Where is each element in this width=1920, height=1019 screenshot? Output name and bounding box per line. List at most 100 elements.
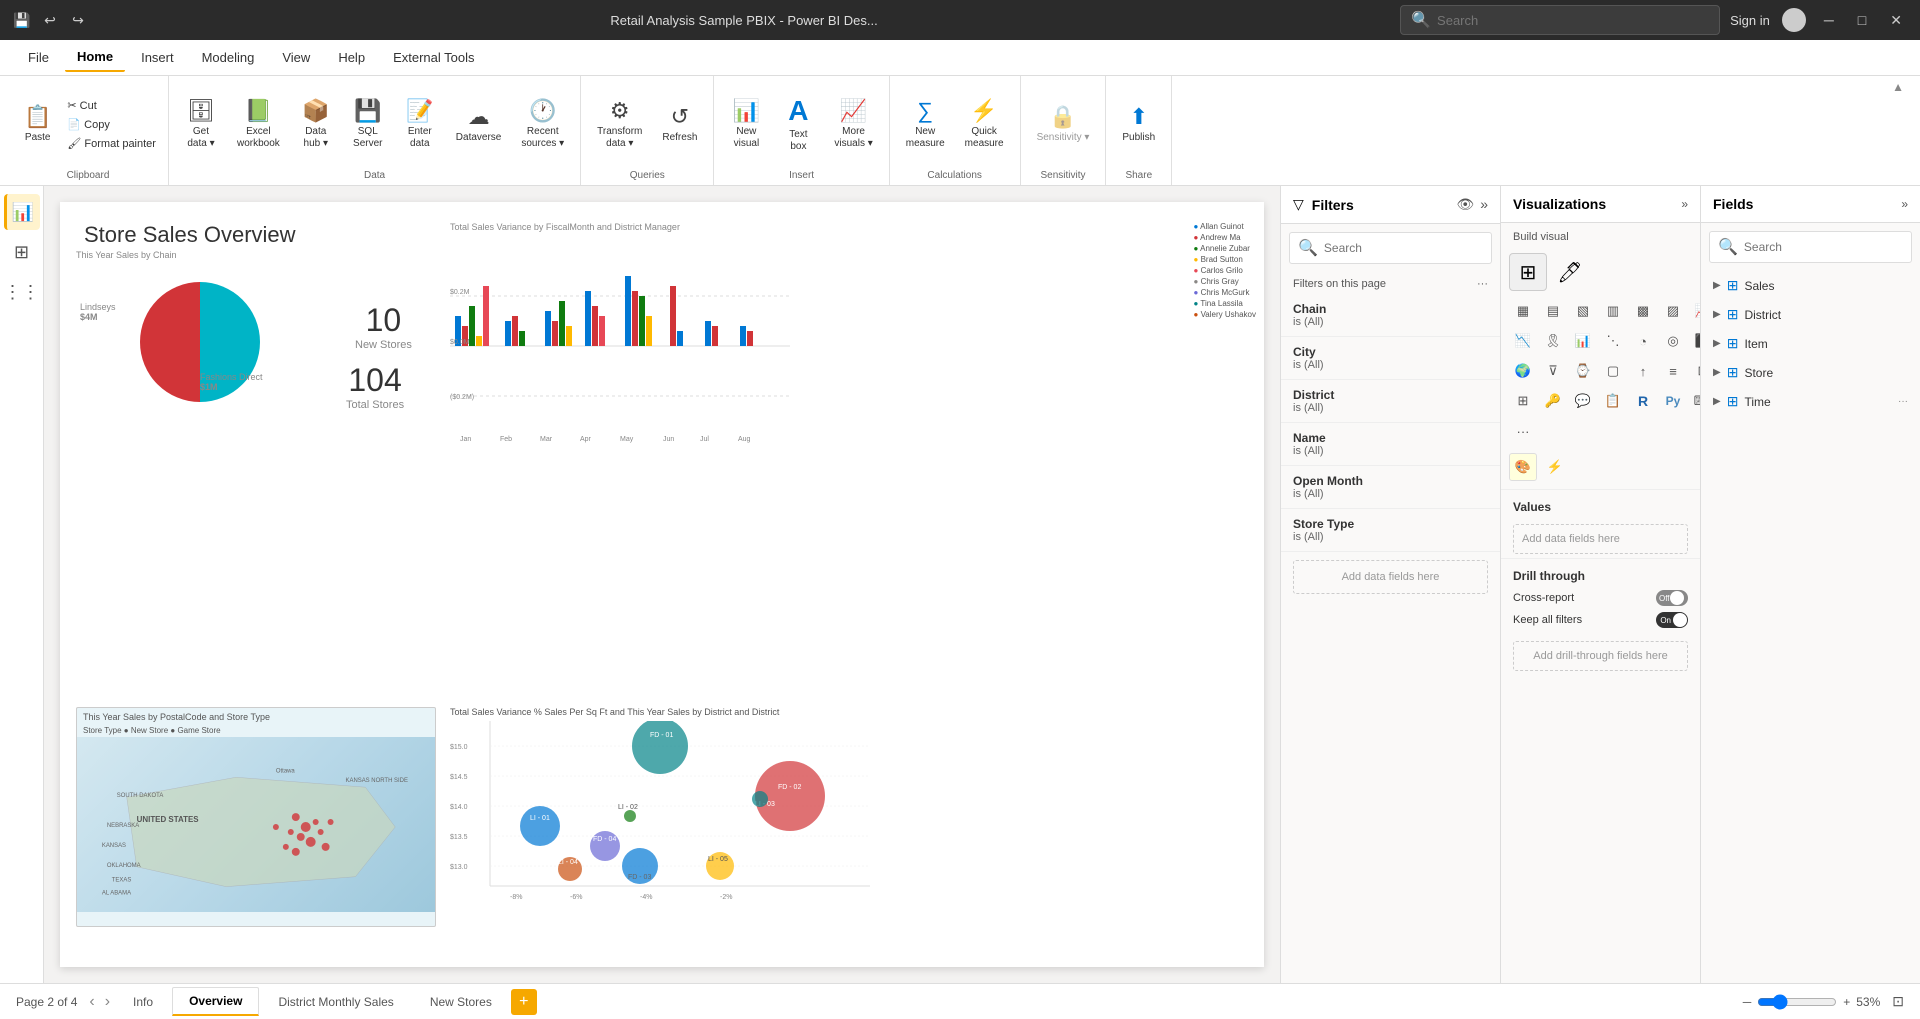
viz-clustered-bar-h[interactable]: ▩: [1629, 297, 1657, 325]
tab-overview[interactable]: Overview: [172, 987, 259, 1016]
viz-waterfall[interactable]: 📊: [1569, 327, 1597, 355]
field-group-store[interactable]: ▶ ⊞ Store: [1701, 358, 1920, 387]
viz-kpi[interactable]: ↑: [1629, 357, 1657, 385]
tab-new-stores[interactable]: New Stores: [413, 988, 509, 1016]
close-button[interactable]: ✕: [1884, 12, 1908, 29]
tab-info[interactable]: Info: [116, 988, 170, 1016]
cross-report-toggle[interactable]: Off: [1656, 590, 1688, 606]
paste-button[interactable]: 📋 Paste: [16, 100, 59, 148]
add-tab-button[interactable]: +: [511, 989, 537, 1015]
field-group-time[interactable]: ▶ ⊞ Time ···: [1701, 387, 1920, 416]
viz-r-visual[interactable]: R: [1629, 387, 1657, 415]
fields-search-input[interactable]: [1744, 240, 1903, 254]
menu-home[interactable]: Home: [65, 43, 125, 72]
sidebar-model-icon[interactable]: ⋮⋮: [4, 274, 40, 310]
cut-button[interactable]: ✂ Cut: [63, 97, 160, 114]
sidebar-data-icon[interactable]: ⊞: [4, 234, 40, 270]
recent-sources-button[interactable]: 🕐 Recentsources ▾: [513, 94, 572, 154]
data-hub-button[interactable]: 📦 Datahub ▾: [292, 94, 340, 154]
redo-icon[interactable]: ↪: [68, 10, 88, 30]
tab-next-icon[interactable]: ›: [101, 993, 114, 1011]
dataverse-button[interactable]: ☁ Dataverse: [448, 100, 510, 148]
fields-search-box[interactable]: 🔍: [1709, 231, 1912, 263]
ribbon-collapse-icon[interactable]: ▲: [1892, 80, 1904, 94]
viz-100-stacked-bar-h[interactable]: ▨: [1659, 297, 1687, 325]
more-fields-icon[interactable]: ···: [1898, 396, 1908, 407]
filter-district[interactable]: District is (All): [1281, 380, 1500, 423]
titlebar-search-input[interactable]: [1437, 13, 1697, 28]
viz-scatter[interactable]: ⋱: [1599, 327, 1627, 355]
viz-treemap[interactable]: ⬛: [1689, 327, 1700, 355]
avatar[interactable]: [1782, 8, 1806, 32]
transform-data-button[interactable]: ⚙ Transformdata ▾: [589, 94, 650, 154]
viz-line-chart[interactable]: 📈: [1689, 297, 1700, 325]
refresh-button[interactable]: ↺ Refresh: [654, 100, 705, 148]
viz-python[interactable]: Py: [1659, 387, 1687, 415]
zoom-out-icon[interactable]: ─: [1743, 995, 1752, 1009]
viz-clustered-bar[interactable]: ▤: [1539, 297, 1567, 325]
viz-stacked-bar-h[interactable]: ▥: [1599, 297, 1627, 325]
filter-name[interactable]: Name is (All): [1281, 423, 1500, 466]
fields-expand-icon[interactable]: »: [1901, 197, 1908, 211]
menu-view[interactable]: View: [270, 44, 322, 71]
viz-decomp-tree[interactable]: ⊞: [1509, 387, 1537, 415]
sql-server-button[interactable]: 💾 SQLServer: [344, 94, 392, 154]
field-group-item[interactable]: ▶ ⊞ Item: [1701, 329, 1920, 358]
quick-measure-button[interactable]: ⚡ Quickmeasure: [957, 94, 1012, 154]
viz-stacked-bar[interactable]: ▦: [1509, 297, 1537, 325]
menu-insert[interactable]: Insert: [129, 44, 186, 71]
titlebar-search-box[interactable]: 🔍: [1400, 5, 1720, 35]
text-box-button[interactable]: A Textbox: [774, 91, 822, 157]
keep-filters-toggle[interactable]: On: [1656, 612, 1688, 628]
tab-prev-icon[interactable]: ‹: [85, 993, 98, 1011]
filter-open-month[interactable]: Open Month is (All): [1281, 466, 1500, 509]
format-painter-button[interactable]: 🖌 Format painter: [63, 135, 160, 152]
viz-donut-chart[interactable]: ◎: [1659, 327, 1687, 355]
viz-matrix[interactable]: ⊠: [1689, 357, 1700, 385]
menu-file[interactable]: File: [16, 44, 61, 71]
maximize-button[interactable]: □: [1852, 12, 1872, 28]
viz-key-influencers[interactable]: 🔑: [1539, 387, 1567, 415]
viz-expand-icon[interactable]: »: [1681, 197, 1688, 211]
viz-values-placeholder[interactable]: Add data fields here: [1513, 524, 1688, 554]
zoom-in-icon[interactable]: +: [1843, 995, 1850, 1009]
zoom-slider[interactable]: [1757, 994, 1837, 1010]
viz-ribbon-chart[interactable]: 🎗: [1539, 327, 1567, 355]
new-visual-button[interactable]: 📊 Newvisual: [722, 94, 770, 154]
viz-smart-narrative[interactable]: ⌨: [1689, 387, 1700, 415]
viz-qa[interactable]: 💬: [1569, 387, 1597, 415]
filters-more-icon[interactable]: ···: [1477, 278, 1488, 290]
menu-help[interactable]: Help: [326, 44, 377, 71]
sign-in-label[interactable]: Sign in: [1730, 13, 1770, 28]
more-visuals-button[interactable]: 📈 Morevisuals ▾: [826, 94, 880, 154]
viz-drill-placeholder[interactable]: Add drill-through fields here: [1513, 641, 1688, 671]
viz-slicer[interactable]: ≡: [1659, 357, 1687, 385]
viz-analytics-icon[interactable]: ⚡: [1541, 453, 1569, 481]
viz-table-icon[interactable]: ⊞: [1509, 253, 1547, 291]
viz-funnel[interactable]: ⊽: [1539, 357, 1567, 385]
filters-eye-icon[interactable]: 👁: [1456, 196, 1474, 213]
sensitivity-button[interactable]: 🔒 Sensitivity ▾: [1029, 100, 1098, 148]
viz-filled-map[interactable]: 🌍: [1509, 357, 1537, 385]
viz-table2[interactable]: 📋: [1599, 387, 1627, 415]
viz-format-icon[interactable]: 🖊: [1551, 253, 1589, 291]
fit-page-icon[interactable]: ⊡: [1892, 993, 1904, 1010]
filter-city[interactable]: City is (All): [1281, 337, 1500, 380]
filter-chain[interactable]: Chain is (All): [1281, 294, 1500, 337]
new-measure-button[interactable]: ∑ Newmeasure: [898, 94, 953, 154]
filters-search-box[interactable]: 🔍: [1289, 232, 1492, 264]
field-group-district[interactable]: ▶ ⊞ District: [1701, 300, 1920, 329]
sidebar-report-icon[interactable]: 📊: [4, 194, 40, 230]
viz-card[interactable]: ▢: [1599, 357, 1627, 385]
excel-workbook-button[interactable]: 📗 Excelworkbook: [229, 94, 288, 154]
viz-paint-icon[interactable]: 🎨: [1509, 453, 1537, 481]
menu-modeling[interactable]: Modeling: [190, 44, 267, 71]
field-group-sales[interactable]: ▶ ⊞ Sales: [1701, 271, 1920, 300]
viz-more[interactable]: ···: [1509, 417, 1537, 445]
minimize-button[interactable]: ─: [1818, 12, 1840, 28]
copy-button[interactable]: 📄 Copy: [63, 116, 160, 133]
filter-store-type[interactable]: Store Type is (All): [1281, 509, 1500, 552]
viz-line-clustered[interactable]: 📉: [1509, 327, 1537, 355]
filters-search-input[interactable]: [1324, 241, 1483, 255]
publish-button[interactable]: ⬆ Publish: [1114, 100, 1163, 148]
